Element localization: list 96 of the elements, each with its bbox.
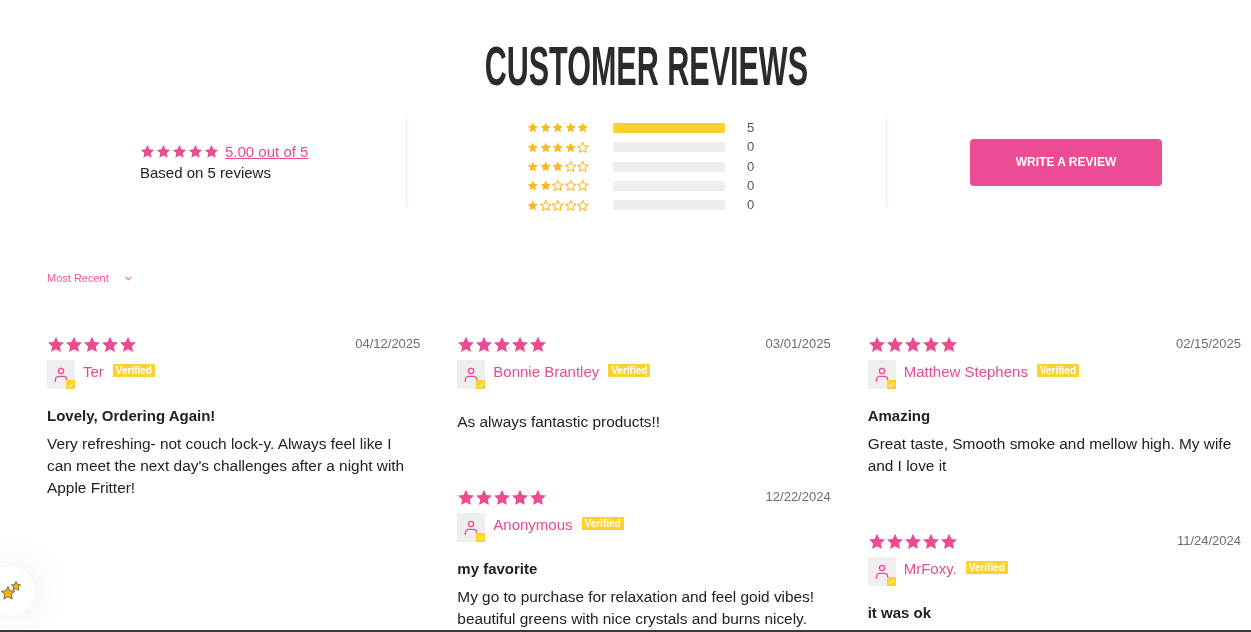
stars-icon [0,579,23,603]
review-text: As always fantastic products!! [457,412,662,432]
review-title: my favorite [457,559,539,579]
star-icon [101,335,119,353]
star-icon [65,335,83,353]
review-date: 12/22/2024 [765,489,831,505]
star-outline-icon [577,199,589,211]
review-date: 02/15/2025 [1175,336,1241,352]
star-icon [903,335,922,353]
review-date: 11/24/2024 [1176,533,1241,549]
star-icon [885,532,904,550]
star-outline-icon [577,141,589,153]
star-icon [511,488,530,506]
person-icon [464,519,479,536]
section-title: CUSTOMER REVIEWS [484,38,808,94]
star-icon [539,122,551,134]
star-icon [539,141,551,153]
star-outline-icon [577,180,589,192]
verified-badge: Verified [1036,364,1080,377]
star-outline-icon [552,199,564,211]
star-icon [527,122,539,134]
review-title: Amazing [867,406,932,426]
person-icon [464,366,479,383]
star-icon [564,122,576,134]
star-icon [577,122,589,134]
rating-count: 0 [747,177,755,194]
star-icon [939,532,958,550]
verified-badge: Verified [112,364,155,377]
star-icon [564,141,576,153]
review-title: Lovely, Ordering Again! [47,406,217,426]
reviewer-name: Ter [83,362,104,382]
star-icon [475,335,494,353]
star-icon [493,335,512,353]
star-icon [475,488,494,506]
person-icon [874,563,889,580]
star-icon [140,144,155,159]
verified-badge: Verified [581,517,624,530]
star-icon [527,199,539,211]
star-icon [204,144,219,159]
star-icon [172,144,187,159]
star-icon [552,141,564,153]
star-icon [527,141,539,153]
review-text: Very refreshing- not couch lock-y. Always feel like I can meet the next day's challenges after a night with Apple Fritter! [47,434,406,498]
verified-badge: Verified [608,364,651,377]
rating-count: 0 [747,197,755,214]
floating-button[interactable] [0,567,35,615]
star-icon [119,335,137,353]
star-icon [47,335,65,353]
star-icon [156,144,171,159]
sort-dropdown[interactable]: Most Recent [47,270,132,286]
star-icon [539,161,551,172]
star-icon [921,532,940,550]
star-outline-icon [539,199,551,211]
star-icon [552,161,564,172]
review-text: Great taste, Smooth smoke and mellow high. My wife and I love it [867,434,1233,476]
reviewer-name: Matthew Stephens [903,362,1028,382]
star-icon [529,335,548,353]
person-icon [54,366,68,383]
star-icon [939,335,958,353]
star-icon [867,335,886,353]
star-outline-icon [564,161,576,172]
star-icon [493,488,512,506]
star-icon [867,532,886,550]
review-date: 03/01/2025 [765,336,831,352]
star-icon [457,335,476,353]
star-icon [552,122,564,134]
reviewer-name: MrFoxy. [903,559,957,579]
star-icon [457,488,476,506]
average-rating-link[interactable]: 5.00 out of 5 [225,141,309,162]
star-icon [188,144,203,159]
star-icon [539,180,551,192]
star-icon [511,335,530,353]
reviewer-name: Anonymous [493,515,573,535]
review-count-text: Based on 5 reviews [140,163,272,183]
star-icon [527,180,539,192]
star-icon [529,488,548,506]
star-icon [83,335,101,353]
rating-count: 0 [747,158,755,175]
star-icon [903,532,922,550]
reviewer-name: Bonnie Brantley [493,362,600,382]
star-icon [527,161,539,172]
write-review-button[interactable]: WRITE A REVIEW [970,138,1162,186]
review-text: My go to purchase for relaxation and feel goid vibes! beautiful greens with nice crystals and burns nicely. [457,587,816,629]
star-icon [885,335,904,353]
rating-count: 0 [747,139,755,156]
star-outline-icon [577,161,589,172]
review-title: it was ok [867,603,932,623]
person-icon [874,366,889,383]
star-outline-icon [552,180,564,192]
rating-count: 5 [747,119,755,136]
review-date: 04/12/2025 [355,336,421,352]
chevron-down-icon [124,275,132,281]
star-icon [921,335,940,353]
verified-badge: Verified [965,561,1008,574]
star-outline-icon [564,180,576,192]
star-outline-icon [564,199,576,211]
